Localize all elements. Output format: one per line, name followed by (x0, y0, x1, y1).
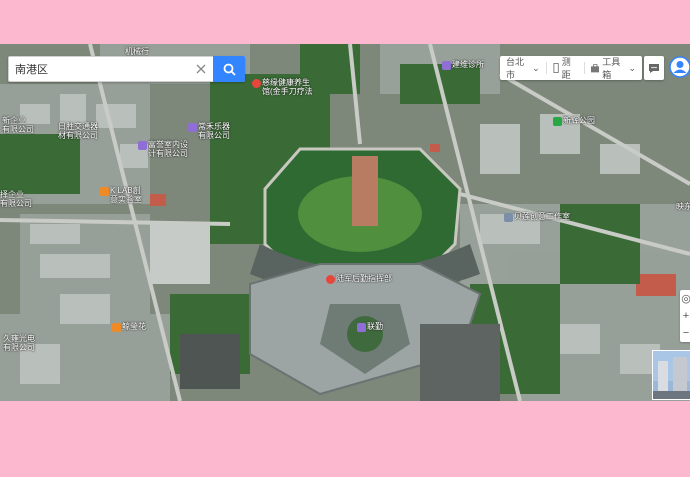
poi-marker-icon[interactable] (188, 123, 197, 132)
label-enterprise-left[interactable]: 新企业 有限公司 (2, 116, 34, 134)
label-xinhui-park[interactable]: 新辉公园 (563, 116, 595, 125)
label-risheng-trading[interactable]: 日胜交通器 材有限公司 (58, 122, 98, 140)
poi-marker-icon[interactable] (357, 323, 366, 332)
poi-marker-icon[interactable] (442, 61, 451, 70)
poi-marker-icon[interactable] (138, 141, 147, 150)
toolbox-label: 工具箱 (602, 57, 621, 80)
label-changhe-music[interactable]: 常禾乐器 有限公司 (198, 122, 230, 140)
label-army-logistics[interactable]: 陆军后勤指挥部 (336, 274, 392, 283)
zoom-control: ◎ + − (680, 290, 690, 342)
satellite-map[interactable]: 机械行慈缘健康养生 馆(金手刀疗法 建维诊所新企业 有限公司 日胜交通器 材有限公司… (0, 44, 690, 401)
street-view-thumbnail[interactable] (652, 350, 690, 400)
city-label: 台北市 (506, 57, 525, 80)
search-icon (223, 63, 236, 76)
label-jianwei-clinic[interactable]: 建维诊所 (452, 60, 484, 69)
search-input[interactable] (9, 57, 189, 81)
poi-marker-icon[interactable] (553, 117, 562, 126)
toolbox-button[interactable]: 工具箱 ⌄ (585, 56, 642, 80)
label-east-right[interactable]: 映东 (676, 202, 690, 211)
poi-marker-icon[interactable] (504, 213, 513, 222)
label-jiuyong-light[interactable]: 久雍光电 有限公司 (3, 334, 35, 352)
locate-icon[interactable]: ◎ (681, 293, 690, 305)
poi-marker-icon[interactable] (252, 79, 261, 88)
poi-marker-icon[interactable] (100, 187, 109, 196)
chevron-down-icon: ⌄ (532, 62, 540, 73)
label-health-knife[interactable]: 慈缘健康养生 馆(金手刀疗法 (262, 78, 313, 96)
label-jinyinghua[interactable]: 鲸瑩花 (122, 322, 146, 331)
ranging-label: 测距 (561, 57, 571, 80)
ranging-button[interactable]: 测距 (547, 56, 584, 80)
label-top-trade[interactable]: 机械行 (125, 47, 149, 56)
zoom-out-button[interactable]: − (683, 327, 689, 339)
search-button[interactable] (213, 56, 245, 82)
close-icon (196, 64, 206, 74)
satellite-imagery (0, 44, 690, 401)
street-view-image (653, 351, 690, 399)
chevron-down-icon: ⌄ (628, 62, 636, 73)
toolbox-icon (590, 63, 600, 72)
label-fuyu-design[interactable]: 富誉室内设 计有限公司 (148, 140, 188, 158)
poi-marker-icon[interactable] (112, 323, 121, 332)
city-selector[interactable]: 台北市 ⌄ (500, 56, 546, 80)
message-button[interactable] (644, 56, 664, 80)
user-icon (669, 56, 690, 78)
search-box (8, 56, 245, 82)
message-icon (649, 63, 659, 73)
user-avatar-button[interactable] (668, 54, 690, 80)
clear-search-button[interactable] (189, 57, 213, 81)
label-klab[interactable]: K LAB創 意实验室 (110, 186, 142, 204)
ruler-icon (553, 63, 559, 73)
label-beilian-studio[interactable]: 贝莲创意工作室 (514, 212, 570, 221)
zoom-in-button[interactable]: + (683, 310, 689, 322)
map-toolbar: 台北市 ⌄ 测距 工具箱 ⌄ (500, 56, 642, 80)
poi-marker-icon[interactable] (326, 275, 335, 284)
label-enterprise-left-2[interactable]: 择企业 有限公司 (0, 190, 32, 208)
label-lianqin[interactable]: 联勤 (367, 322, 383, 331)
